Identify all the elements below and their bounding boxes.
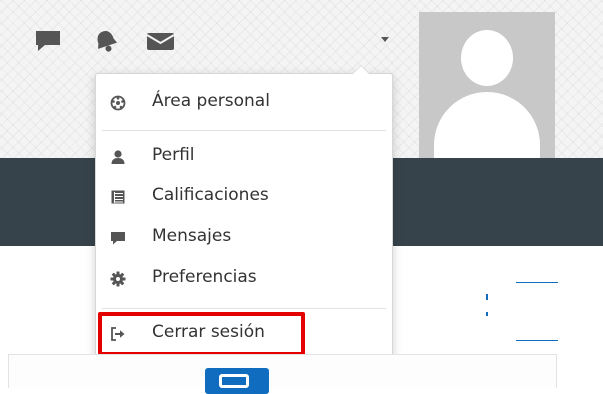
menu-item-preferences[interactable]: Preferencias (96, 262, 392, 294)
menu-divider (102, 130, 386, 131)
logout-highlight-box (98, 312, 305, 356)
chat-bubble-icon (110, 230, 126, 246)
menu-item-label: Mensajes (152, 226, 232, 246)
gear-icon (110, 271, 126, 287)
content-panel (8, 354, 557, 388)
content-mark (486, 294, 488, 300)
avatar-shoulders (434, 92, 540, 158)
content-line (516, 340, 558, 341)
menu-divider (102, 308, 386, 309)
menu-item-label: Calificaciones (152, 185, 269, 205)
menu-item-profile[interactable]: Perfil (96, 140, 392, 172)
user-avatar[interactable] (419, 12, 555, 158)
menu-item-dashboard[interactable]: Área personal (96, 86, 392, 118)
avatar-head (461, 30, 513, 86)
content-mark (486, 312, 488, 316)
menu-item-label: Área personal (152, 91, 270, 111)
content-line (516, 282, 558, 283)
menu-item-label: Perfil (152, 145, 195, 165)
dashboard-icon (110, 95, 126, 111)
table-icon (110, 189, 126, 205)
course-tile[interactable] (205, 368, 269, 394)
bell-icon[interactable] (90, 28, 122, 54)
chat-bubble-icon[interactable] (33, 28, 65, 54)
caret-down-icon[interactable] (381, 37, 389, 42)
menu-item-label: Preferencias (152, 267, 257, 287)
menu-item-messages[interactable]: Mensajes (96, 221, 392, 253)
course-tile-icon (219, 374, 249, 388)
user-name-link[interactable] (196, 30, 386, 52)
menu-item-grades[interactable]: Calificaciones (96, 180, 392, 212)
envelope-icon[interactable] (144, 28, 178, 54)
user-icon (110, 149, 126, 165)
